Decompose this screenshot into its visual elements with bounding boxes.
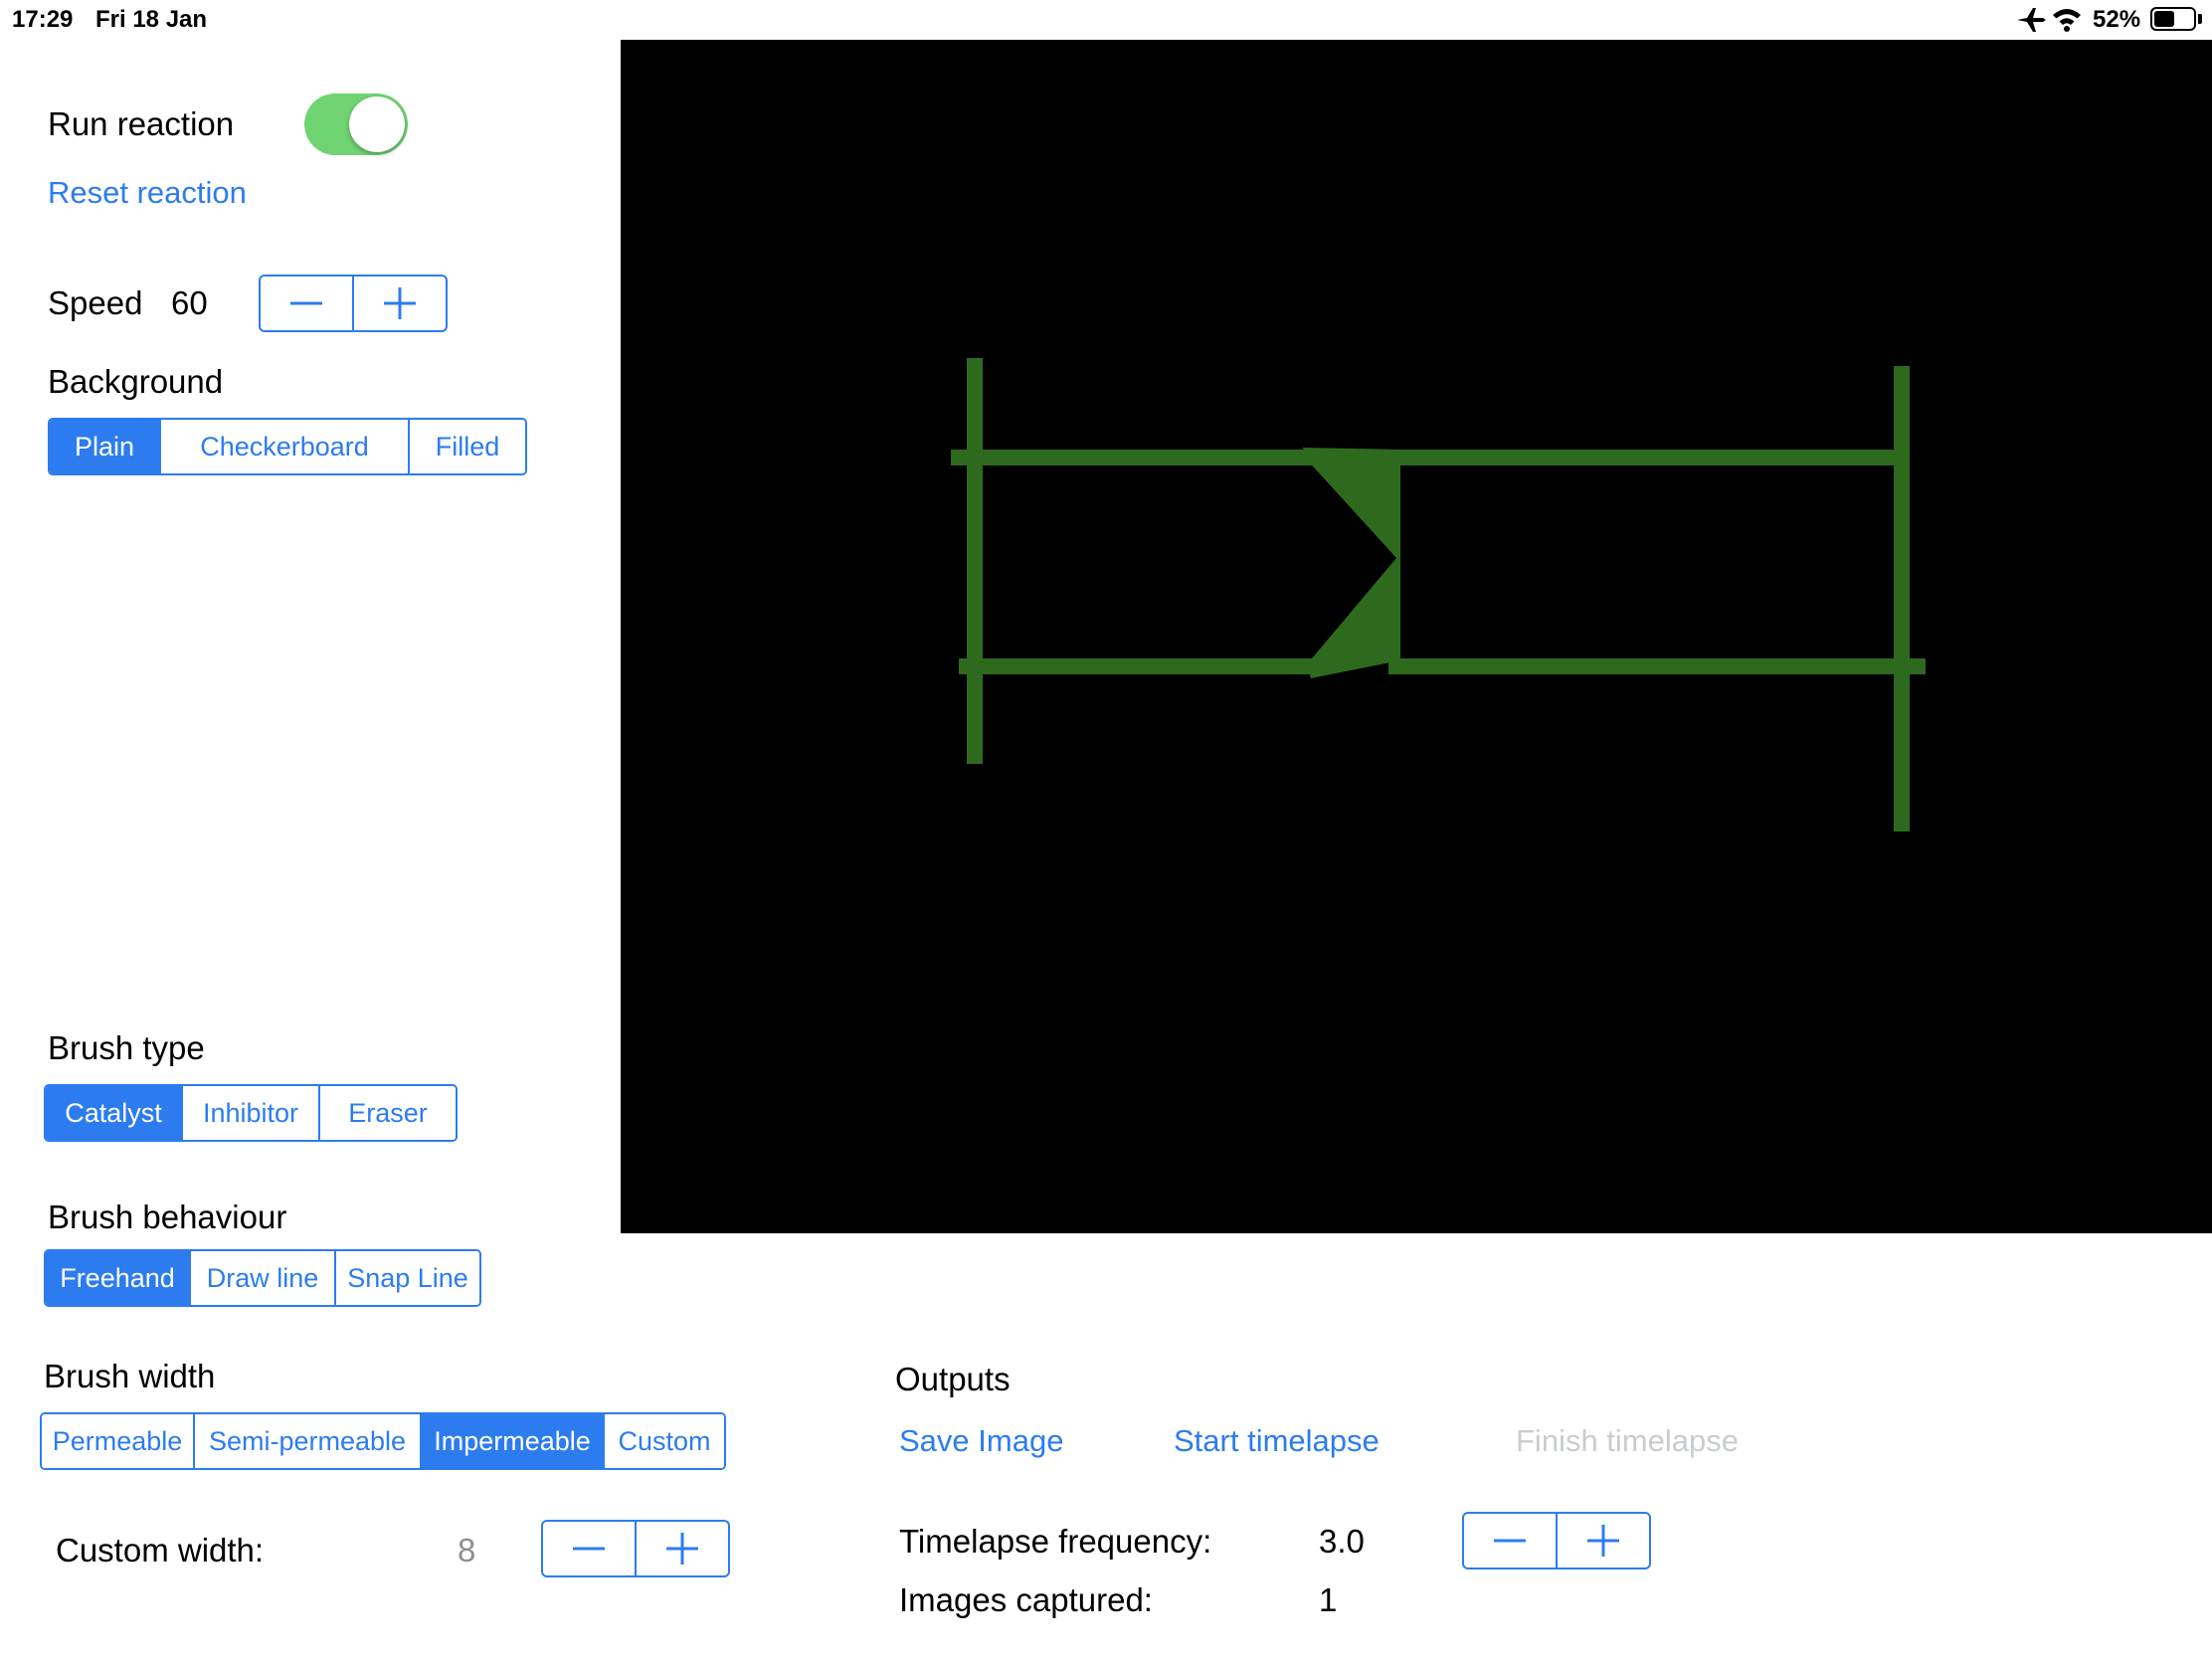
brush-type-option-eraser[interactable]: Eraser	[320, 1086, 456, 1140]
reset-reaction-button[interactable]: Reset reaction	[48, 177, 247, 208]
timelapse-frequency-value: 3.0	[1319, 1523, 1365, 1560]
brush-behaviour-option-draw-line[interactable]: Draw line	[191, 1251, 336, 1305]
speed-label: Speed	[48, 284, 143, 321]
custom-width-label: Custom width:	[56, 1532, 265, 1568]
custom-width-increment-button[interactable]	[637, 1522, 728, 1575]
outputs-label: Outputs	[895, 1361, 1011, 1397]
speed-decrement-button[interactable]	[261, 276, 354, 330]
brush-width-option-impermeable[interactable]: Impermeable	[422, 1414, 605, 1468]
status-time: 17:29	[12, 6, 74, 33]
canvas-drawing	[951, 358, 1926, 831]
drawn-line-bottom-left	[959, 658, 1329, 674]
brush-behaviour-segmented-control[interactable]: Freehand Draw line Snap Line	[44, 1249, 481, 1307]
background-option-plain[interactable]: Plain	[50, 420, 161, 473]
brush-behaviour-option-snap-line[interactable]: Snap Line	[336, 1251, 479, 1305]
images-captured-label: Images captured:	[899, 1581, 1153, 1618]
wifi-icon	[2053, 9, 2081, 32]
toggle-knob	[349, 96, 405, 152]
battery-icon	[2150, 7, 2196, 31]
brush-width-option-permeable[interactable]: Permeable	[42, 1414, 195, 1468]
brush-type-option-inhibitor[interactable]: Inhibitor	[183, 1086, 320, 1140]
brush-width-option-semi-permeable[interactable]: Semi-permeable	[195, 1414, 422, 1468]
drawn-line-right-vertical	[1894, 366, 1910, 831]
save-image-button[interactable]: Save Image	[899, 1425, 1063, 1456]
background-option-checkerboard[interactable]: Checkerboard	[161, 420, 410, 473]
background-label: Background	[48, 363, 224, 400]
status-date: Fri 18 Jan	[95, 6, 208, 33]
brush-width-option-custom[interactable]: Custom	[605, 1414, 724, 1468]
start-timelapse-button[interactable]: Start timelapse	[1174, 1425, 1380, 1456]
brush-type-segmented-control[interactable]: Catalyst Inhibitor Eraser	[44, 1084, 458, 1142]
drawn-line-top-left	[951, 450, 1321, 465]
speed-stepper[interactable]	[259, 275, 448, 332]
timelapse-frequency-stepper[interactable]	[1462, 1512, 1651, 1569]
background-option-filled[interactable]: Filled	[410, 420, 525, 473]
battery-percent: 52%	[2093, 6, 2141, 33]
speed-increment-button[interactable]	[354, 276, 446, 330]
drawn-line-top-right	[1388, 450, 1898, 465]
brush-width-segmented-control[interactable]: Permeable Semi-permeable Impermeable Cus…	[40, 1412, 726, 1470]
background-segmented-control[interactable]: Plain Checkerboard Filled	[48, 418, 527, 475]
finish-timelapse-button[interactable]: Finish timelapse	[1516, 1425, 1739, 1456]
airplane-mode-icon	[2017, 8, 2046, 32]
timelapse-frequency-increment-button[interactable]	[1558, 1514, 1649, 1567]
timelapse-frequency-label: Timelapse frequency:	[899, 1523, 1212, 1560]
reaction-canvas[interactable]	[621, 40, 2212, 1233]
run-reaction-toggle[interactable]	[304, 93, 408, 155]
battery-cap-icon	[2198, 14, 2202, 24]
run-reaction-label: Run reaction	[48, 105, 235, 142]
brush-behaviour-label: Brush behaviour	[48, 1198, 287, 1235]
custom-width-decrement-button[interactable]	[543, 1522, 637, 1575]
brush-type-option-catalyst[interactable]: Catalyst	[46, 1086, 183, 1140]
drawn-line-left-vertical	[967, 358, 983, 764]
images-captured-value: 1	[1319, 1581, 1338, 1618]
timelapse-frequency-decrement-button[interactable]	[1464, 1514, 1558, 1567]
drawn-line-bottom-right	[1388, 658, 1926, 674]
speed-value: 60	[171, 284, 208, 321]
brush-behaviour-option-freehand[interactable]: Freehand	[46, 1251, 191, 1305]
brush-type-label: Brush type	[48, 1029, 205, 1066]
brush-width-label: Brush width	[44, 1358, 216, 1394]
drawn-chevron-shape	[1303, 448, 1400, 678]
custom-width-value: 8	[458, 1532, 476, 1568]
custom-width-stepper[interactable]	[541, 1520, 730, 1577]
